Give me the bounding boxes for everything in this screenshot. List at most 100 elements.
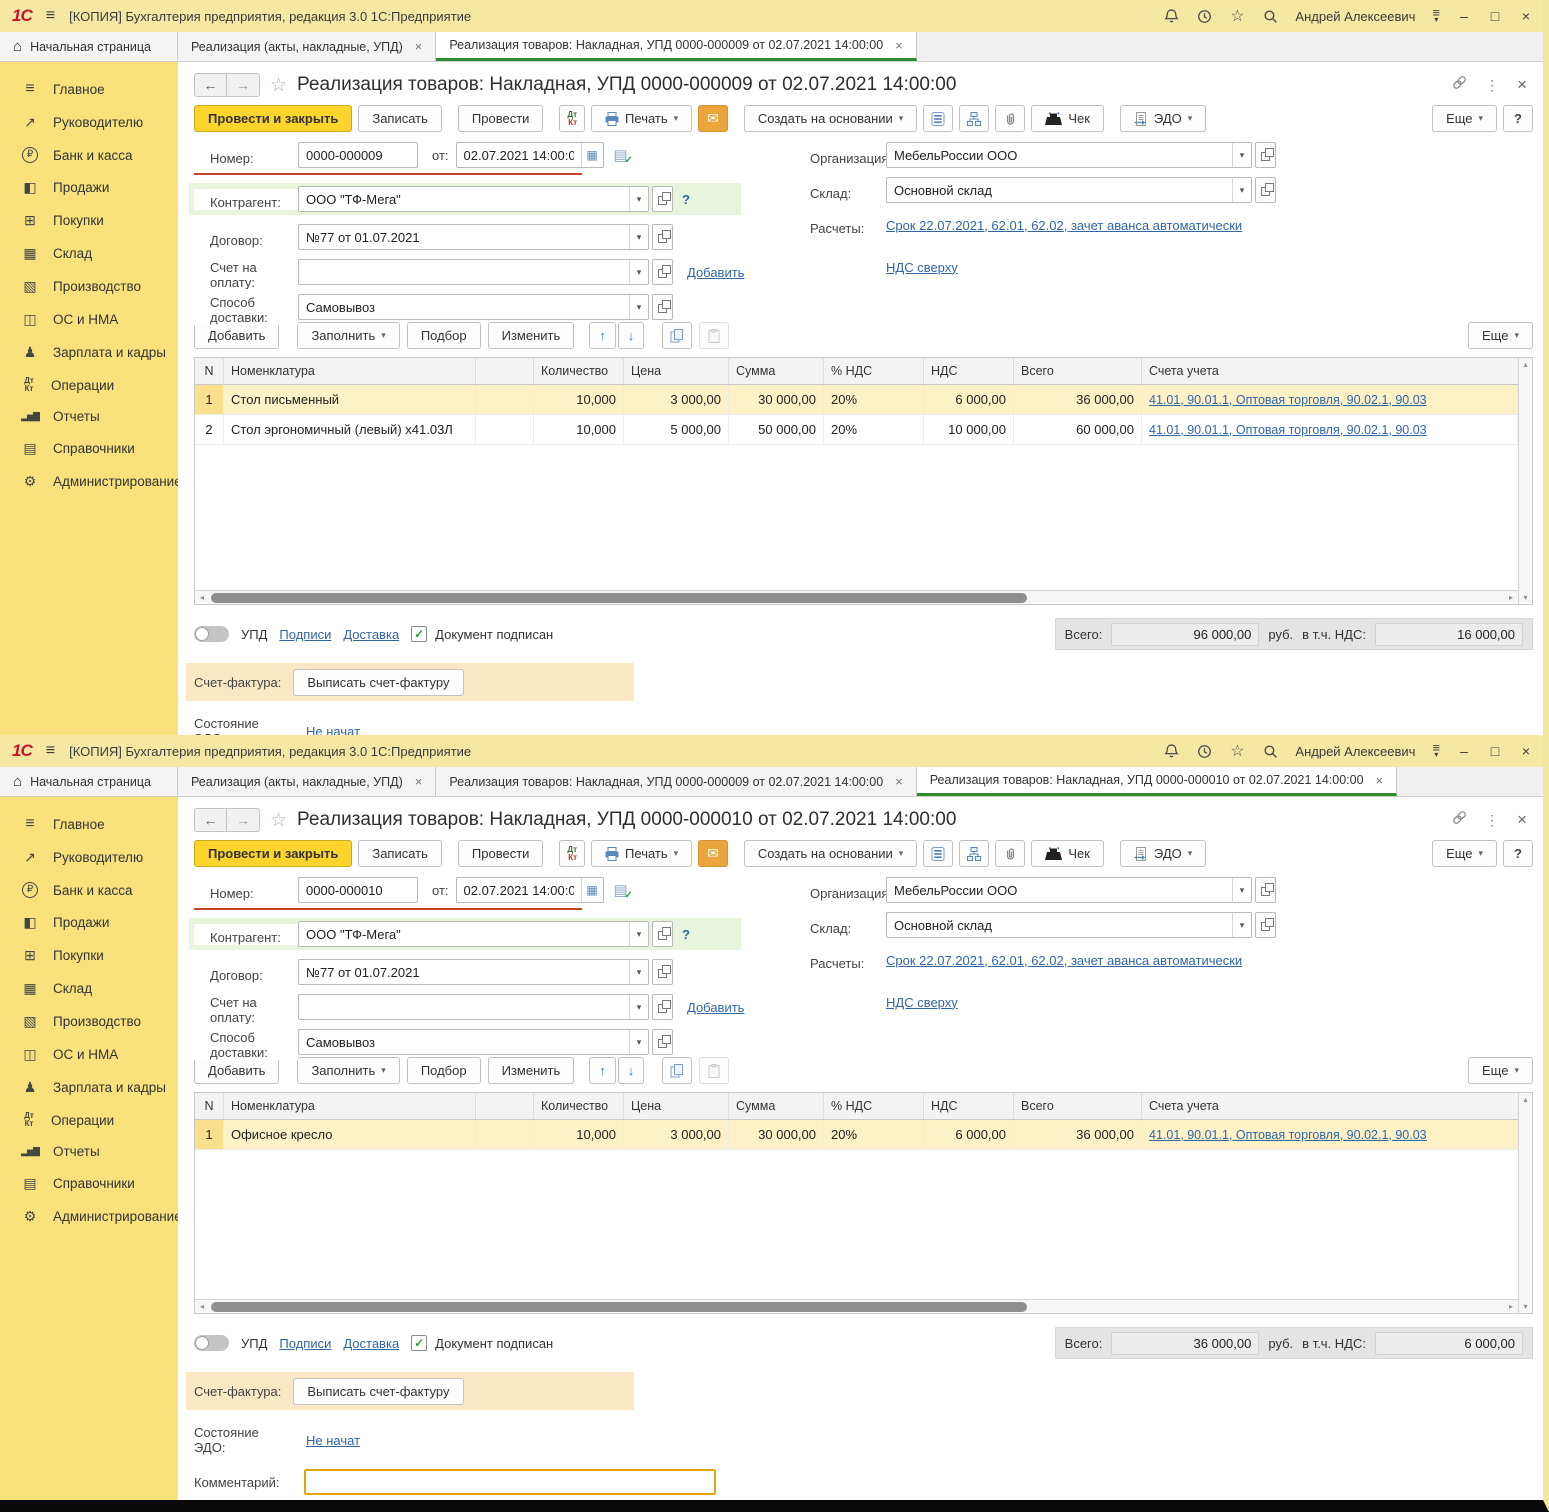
horizontal-scrollbar[interactable]: ◂ ▸: [195, 1299, 1518, 1313]
edo-button[interactable]: ЭДО▾: [1120, 105, 1206, 132]
sidebar-item-reports[interactable]: ▂▅▇ Отчеты: [0, 401, 178, 432]
sidebar-item-sales[interactable]: ◧ Продажи: [0, 906, 178, 939]
scroll-up-icon[interactable]: ▴: [1519, 1095, 1533, 1104]
help-button[interactable]: ?: [1503, 840, 1533, 867]
main-menu-icon[interactable]: ≡: [46, 742, 55, 760]
document-posted-icon[interactable]: ▤✓: [614, 881, 628, 899]
favorites-star-icon[interactable]: ☆: [1229, 8, 1245, 24]
edo-button[interactable]: ЭДО▾: [1120, 840, 1206, 867]
sidebar-item-admin[interactable]: ⚙ Администрирование: [0, 465, 178, 498]
sidebar-item-catalogs[interactable]: ▤ Справочники: [0, 1167, 178, 1200]
delivery-link[interactable]: Доставка: [343, 627, 399, 642]
delivery-method-input[interactable]: [299, 296, 629, 318]
notifications-bell-icon[interactable]: [1163, 8, 1179, 24]
attachments-button[interactable]: [995, 105, 1025, 132]
sidebar-item-admin[interactable]: ⚙ Администрирование: [0, 1200, 178, 1233]
user-name[interactable]: Андрей Алексеевич: [1295, 744, 1415, 759]
date-input[interactable]: [457, 144, 581, 166]
dropdown-icon[interactable]: ▾: [629, 225, 648, 249]
dropdown-icon[interactable]: ▾: [629, 922, 648, 946]
sidebar-item-os-nma[interactable]: ◫ ОС и НМА: [0, 303, 178, 336]
edo-status-link[interactable]: Не начат: [306, 1433, 360, 1448]
edo-status-link[interactable]: Не начат: [306, 724, 360, 736]
sidebar-item-production[interactable]: ▧ Производство: [0, 270, 178, 303]
contract-input[interactable]: [299, 961, 629, 983]
post-button[interactable]: Провести: [458, 840, 544, 867]
sidebar-item-os-nma[interactable]: ◫ ОС и НМА: [0, 1038, 178, 1071]
contract-input[interactable]: [299, 226, 629, 248]
tab-realization-list[interactable]: Реализация (акты, накладные, УПД) ×: [178, 32, 436, 61]
maximize-icon[interactable]: □: [1488, 743, 1502, 759]
accounts-link[interactable]: 41.01, 90.01.1, Оптовая торговля, 90.02.…: [1149, 423, 1427, 437]
vat-mode-link[interactable]: НДС сверху: [886, 260, 958, 275]
post-button[interactable]: Провести: [458, 105, 544, 132]
settings-menu-icon[interactable]: ≡▾: [1432, 9, 1440, 23]
organization-input[interactable]: [887, 879, 1232, 901]
organization-input[interactable]: [887, 144, 1232, 166]
open-contract-icon[interactable]: [652, 224, 673, 250]
warehouse-input[interactable]: [887, 914, 1232, 936]
counterparty-input[interactable]: [299, 188, 629, 210]
create-based-on-button[interactable]: Создать на основании▾: [744, 105, 917, 132]
dropdown-icon[interactable]: ▾: [1232, 913, 1251, 937]
receipt-button[interactable]: Чек: [1031, 840, 1104, 867]
open-organization-icon[interactable]: [1255, 877, 1276, 903]
sidebar-item-operations[interactable]: Дт Кт Операции: [0, 369, 178, 401]
tab-close-icon[interactable]: ×: [895, 38, 903, 53]
vertical-scrollbar[interactable]: ▴ ▾: [1518, 1093, 1532, 1313]
delivery-link[interactable]: Доставка: [343, 1336, 399, 1351]
open-warehouse-icon[interactable]: [1255, 177, 1276, 203]
dropdown-icon[interactable]: ▾: [1232, 878, 1251, 902]
close-form-icon[interactable]: ×: [1517, 810, 1527, 830]
dropdown-icon[interactable]: ▾: [629, 260, 648, 284]
signatures-link[interactable]: Подписи: [279, 1336, 331, 1351]
settings-menu-icon[interactable]: ≡▾: [1432, 744, 1440, 758]
comment-input[interactable]: [304, 1469, 716, 1495]
delivery-method-input[interactable]: [299, 1031, 629, 1053]
tab-document-0009[interactable]: Реализация товаров: Накладная, УПД 0000-…: [436, 32, 916, 61]
minimize-icon[interactable]: –: [1457, 743, 1471, 759]
add-invoice-link[interactable]: Добавить: [687, 1000, 744, 1015]
calendar-icon[interactable]: ▦: [581, 878, 603, 902]
counterparty-input[interactable]: [299, 923, 629, 945]
sidebar-item-bank[interactable]: ₽ Банк и касса: [0, 874, 178, 906]
user-name[interactable]: Андрей Алексеевич: [1295, 9, 1415, 24]
receipt-button[interactable]: Чек: [1031, 105, 1104, 132]
open-warehouse-icon[interactable]: [1255, 912, 1276, 938]
scroll-down-icon[interactable]: ▾: [1519, 593, 1533, 602]
sidebar-item-warehouse[interactable]: ▦ Склад: [0, 972, 178, 1005]
sidebar-item-purchases[interactable]: ⊞ Покупки: [0, 939, 178, 972]
maximize-icon[interactable]: □: [1488, 8, 1502, 24]
related-documents-button[interactable]: [923, 840, 953, 867]
get-link-icon[interactable]: [1452, 75, 1467, 95]
dropdown-icon[interactable]: ▾: [629, 187, 648, 211]
document-structure-button[interactable]: [959, 840, 989, 867]
scroll-left-icon[interactable]: ◂: [195, 1302, 209, 1311]
scroll-right-icon[interactable]: ▸: [1504, 1302, 1518, 1311]
save-button[interactable]: Записать: [358, 105, 442, 132]
open-delivery-icon[interactable]: [652, 294, 673, 320]
sidebar-item-bank[interactable]: ₽ Банк и касса: [0, 139, 178, 171]
history-icon[interactable]: [1196, 743, 1212, 759]
favorite-star-icon[interactable]: ☆: [270, 74, 287, 97]
tab-realization-list[interactable]: Реализация (акты, накладные, УПД) ×: [178, 767, 436, 796]
sidebar-item-production[interactable]: ▧ Производство: [0, 1005, 178, 1038]
dtkt-postings-button[interactable]: ДтКт: [559, 105, 585, 132]
table-more-button[interactable]: Еще▾: [1468, 322, 1533, 349]
favorites-star-icon[interactable]: ☆: [1229, 743, 1245, 759]
table-row[interactable]: 2 Стол эргономичный (левый) х41.03Л 10,0…: [195, 415, 1518, 445]
tab-home[interactable]: ⌂ Начальная страница: [0, 32, 178, 61]
sidebar-item-warehouse[interactable]: ▦ Склад: [0, 237, 178, 270]
help-button[interactable]: ?: [1503, 105, 1533, 132]
more-button[interactable]: Еще▾: [1432, 105, 1497, 132]
document-signed-checkbox[interactable]: ✓: [411, 626, 427, 642]
close-window-icon[interactable]: ×: [1519, 743, 1533, 759]
vat-mode-link[interactable]: НДС сверху: [886, 995, 958, 1010]
counterparty-check-link[interactable]: ?: [682, 927, 690, 942]
back-button[interactable]: ←: [194, 73, 227, 97]
sidebar-item-manager[interactable]: ↗ Руководителю: [0, 841, 178, 874]
print-button[interactable]: Печать▾: [591, 105, 692, 132]
accounts-link[interactable]: 41.01, 90.01.1, Оптовая торговля, 90.02.…: [1149, 393, 1427, 407]
issue-invoice-button[interactable]: Выписать счет-фактуру: [293, 1378, 463, 1405]
dropdown-icon[interactable]: ▾: [629, 960, 648, 984]
